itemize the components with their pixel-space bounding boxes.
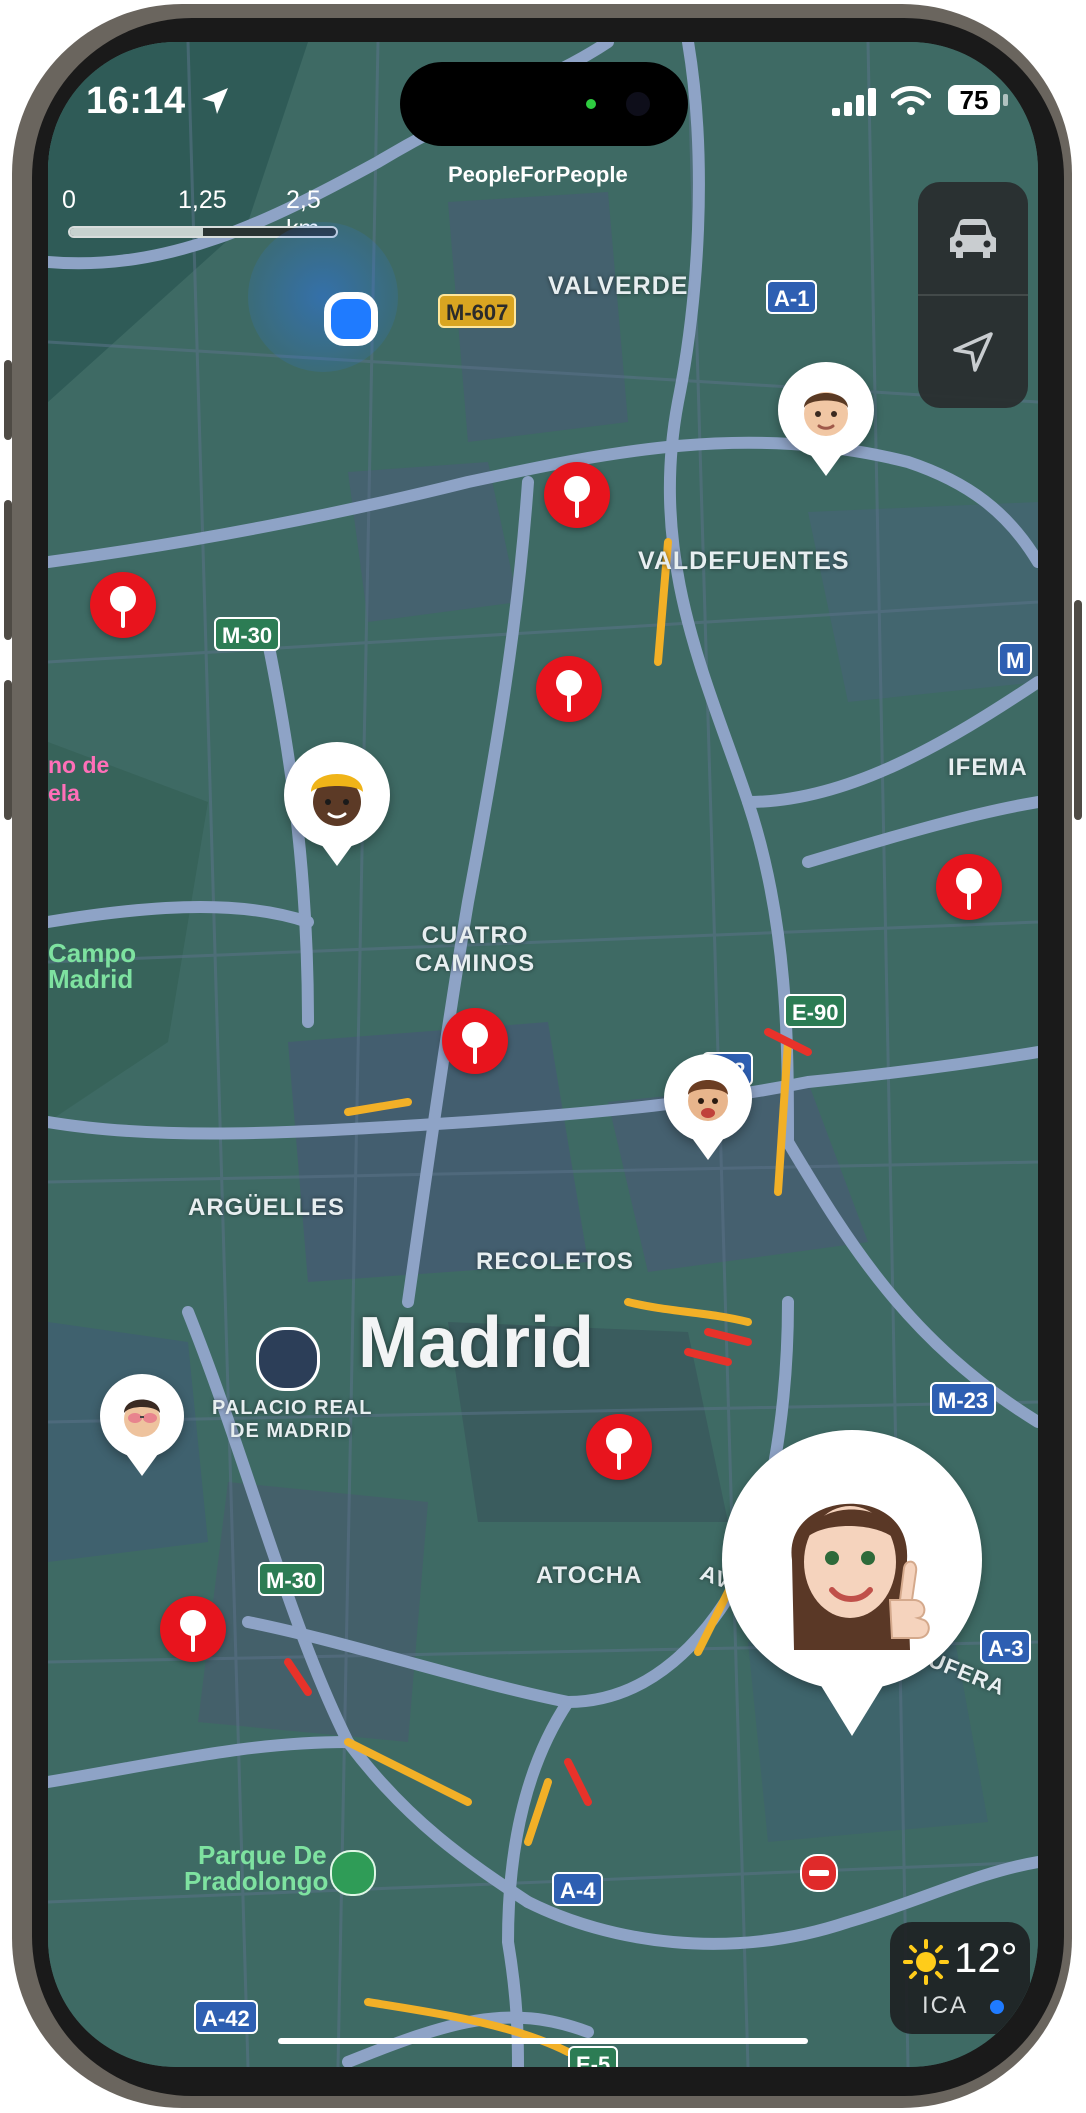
dynamic-island	[400, 62, 688, 146]
palace-landmark-icon[interactable]	[256, 1327, 320, 1391]
red-pin-1[interactable]	[544, 462, 610, 528]
red-pin-2[interactable]	[90, 572, 156, 638]
weather-widget[interactable]: 12° ICA	[890, 1922, 1030, 2034]
heading-cone	[248, 222, 398, 372]
app-watermark: PeopleForPeople	[448, 162, 628, 187]
road-shield-a3: A-3	[980, 1630, 1032, 1664]
screen: 16:14 75 PeopleForPeople 0 1,25 2,5 km	[48, 42, 1038, 2067]
red-pin-6[interactable]	[586, 1414, 652, 1480]
status-bar: 16:14 75	[48, 42, 1038, 162]
friend-avatar-man-sunglasses[interactable]	[100, 1374, 184, 1480]
battery-tip	[1003, 94, 1008, 106]
power-button	[1074, 600, 1082, 820]
current-location-button[interactable]	[918, 296, 1028, 408]
user-location-dot[interactable]	[324, 292, 378, 346]
memoji-man-brown-hair-icon	[804, 392, 848, 436]
road-shield-m23: M-23	[930, 1382, 997, 1416]
road-shield-a1: A-1	[766, 280, 818, 314]
battery-indicator: 75	[948, 85, 1000, 115]
poi-label-park-line2: Pradolongo	[184, 1866, 329, 1896]
city-label: Madrid	[358, 1303, 595, 1383]
volume-down-button	[4, 680, 12, 820]
red-pin-4[interactable]	[936, 854, 1002, 920]
road-shield-m30-south: M-30	[258, 1562, 325, 1596]
park-tree-icon[interactable]	[330, 1850, 376, 1896]
red-pin-5[interactable]	[442, 1008, 508, 1074]
avatar	[664, 1054, 752, 1142]
car-icon	[950, 219, 996, 258]
map-controls-panel	[918, 182, 1028, 408]
weather-temperature: 12°	[954, 1934, 1018, 1981]
pin-stick	[617, 1450, 621, 1470]
pin-stick	[121, 608, 125, 628]
district-label-valverde: VALVERDE	[548, 272, 689, 300]
map-canvas[interactable]	[48, 42, 1038, 2067]
friend-avatar-man-curly-hair[interactable]	[664, 1054, 752, 1164]
road-shield-a4: A-4	[552, 1872, 604, 1906]
cellular-signal-icon	[832, 88, 876, 116]
pin-stick	[473, 1044, 477, 1064]
friend-avatar-person-headwrap[interactable]	[284, 742, 390, 872]
avatar	[722, 1430, 982, 1690]
volume-up-button	[4, 500, 12, 640]
avatar	[778, 362, 874, 458]
poi-label-campo-line2: Madrid	[48, 964, 134, 994]
status-time: 16:14	[86, 80, 186, 122]
avatar-pointer	[810, 454, 842, 476]
air-quality-dot	[990, 2000, 1004, 2014]
friend-avatar-woman-thumbs-up[interactable]	[722, 1430, 982, 1740]
district-label-atocha: ATOCHA	[536, 1562, 643, 1589]
location-services-icon	[202, 88, 228, 114]
pin-stick	[191, 1632, 195, 1652]
avatar-pointer	[126, 1454, 158, 1476]
front-camera	[626, 92, 650, 116]
poi-label-campo-line1: Campo	[48, 938, 137, 968]
red-pin-3[interactable]	[536, 656, 602, 722]
scale-label-mid: 1,25	[178, 186, 227, 214]
wifi-icon	[891, 86, 931, 115]
poi-label-park-line1: Parque De	[198, 1840, 327, 1870]
poi-label-pink-line1: no de	[48, 752, 110, 778]
friend-avatar-man-brown-hair[interactable]	[778, 362, 874, 482]
sun-icon	[903, 1939, 949, 1985]
memoji-man-sunglasses-icon	[124, 1399, 160, 1437]
avatar-pointer	[820, 1684, 884, 1736]
memoji-woman-thumbs-up-icon	[791, 1503, 930, 1650]
poi-label-palacio-line2: DE MADRID	[230, 1420, 353, 1442]
road-shield-m30-north: M-30	[214, 617, 281, 651]
location-arrow-icon	[953, 332, 993, 372]
pin-stick	[567, 692, 571, 712]
road-shield-e90: E-90	[784, 994, 847, 1028]
no-entry-icon	[800, 1854, 838, 1892]
district-label-arguelles: ARGÜELLES	[188, 1194, 346, 1221]
poi-label-pink-line2: ela	[48, 780, 80, 806]
avatar-pointer	[321, 844, 353, 866]
avatar-pointer	[692, 1138, 724, 1160]
memoji-person-headwrap-icon	[311, 774, 363, 826]
scale-fill	[70, 228, 203, 236]
road-shield-e5: E-5	[568, 2046, 619, 2067]
action-button	[4, 360, 12, 440]
air-quality-label: ICA	[922, 1992, 969, 2019]
red-pin-7[interactable]	[160, 1596, 226, 1662]
road-shield-a42: A-42	[194, 2000, 258, 2034]
district-label-recoletos: RECOLETOS	[476, 1248, 634, 1275]
road-shield-m607: M-607	[438, 294, 517, 328]
road-shield-m-edge: M	[998, 642, 1033, 676]
avatar	[100, 1374, 184, 1458]
district-label-cuatro-caminos: CUATRO CAMINOS	[414, 922, 536, 977]
camera-in-use-indicator	[586, 99, 596, 109]
avatar	[284, 742, 390, 848]
scale-label-zero: 0	[62, 186, 76, 214]
district-label-ifema: IFEMA	[948, 754, 1028, 781]
drive-mode-button[interactable]	[918, 182, 1028, 294]
poi-label-palacio-line1: PALACIO REAL	[212, 1397, 373, 1419]
district-label-valdefuentes: VALDEFUENTES	[638, 547, 850, 575]
pin-stick	[575, 498, 579, 518]
memoji-man-curly-hair-icon	[688, 1080, 728, 1121]
pin-stick	[967, 890, 971, 910]
home-indicator[interactable]	[278, 2038, 808, 2044]
